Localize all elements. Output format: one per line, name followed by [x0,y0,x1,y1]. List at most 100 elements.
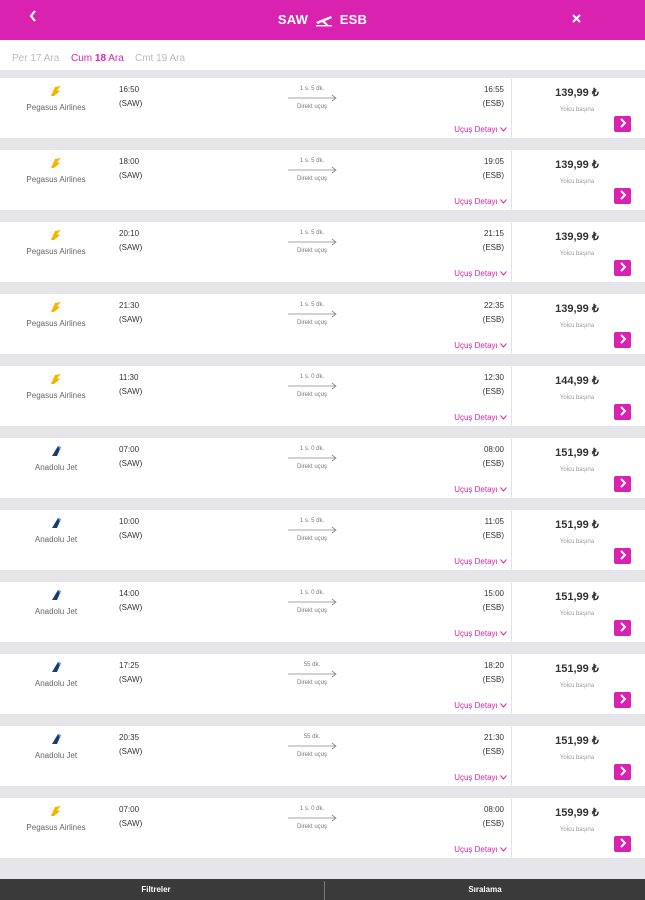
departure-airport: (SAW) [119,387,143,396]
details-label: Uçuş Detayı [454,557,498,566]
flight-card[interactable]: Pegasus Airlines 16:50 (SAW) 1 s. 5 dk. Dire… [0,78,645,138]
chevron-down-icon [500,631,507,636]
arrival-time: 15:00 [483,589,504,598]
flight-card[interactable]: Anadolu Jet 07:00 (SAW) 1 s. 0 dk. Direkt uç… [0,438,645,498]
departure-airport: (SAW) [119,819,143,828]
departure-time: 18:00 [119,157,140,166]
flight-duration: 1 s. 0 dk. [299,590,325,596]
flight-details-link[interactable]: Uçuş Detayı [454,413,507,422]
flight-details-link[interactable]: Uçuş Detayı [454,341,507,350]
flight-details-link[interactable]: Uçuş Detayı [454,773,507,782]
arrow-right-icon [288,814,337,822]
per-person-label: Yolcu başına [559,107,595,113]
per-person-label: Yolcu başına [559,539,595,545]
arrival-airport: (ESB) [482,243,504,252]
details-label: Uçuş Detayı [454,629,498,638]
select-flight-button[interactable] [614,332,631,348]
stops-label: Direkt uçuş [296,464,327,470]
departure-airport: (SAW) [119,747,143,756]
pegasus-logo-icon [51,374,61,384]
details-label: Uçuş Detayı [454,197,498,206]
chevron-right-icon [619,262,626,272]
chevron-down-icon [500,199,507,204]
select-flight-button[interactable] [614,548,631,564]
flight-card[interactable]: Pegasus Airlines 21:30 (SAW) 1 s. 5 dk. Dire… [0,294,645,354]
flight-card[interactable]: Pegasus Airlines 07:00 (SAW) 1 s. 0 dk. Dire… [0,798,645,858]
flight-details-link[interactable]: Uçuş Detayı [454,845,507,854]
details-label: Uçuş Detayı [454,341,498,350]
select-flight-button[interactable] [614,620,631,636]
flight-card[interactable]: Anadolu Jet 14:00 (SAW) 1 s. 0 dk. Direkt uç… [0,582,645,642]
plane-icon [315,16,332,27]
arrival-airport: (ESB) [482,531,504,540]
prev-date-tab[interactable]: Per 17 Ara [12,53,59,64]
departure-airport: (SAW) [119,243,143,252]
select-flight-button[interactable] [614,188,631,204]
details-label: Uçuş Detayı [454,485,498,494]
sort-button[interactable]: Sıralama [325,879,645,900]
arrow-right-icon [288,454,337,462]
stops-label: Direkt uçuş [296,248,327,254]
close-button[interactable] [572,11,581,26]
price: 159,99 ₺ [555,807,599,819]
flight-duration: 1 s. 5 dk. [299,158,325,164]
next-date-tab[interactable]: Cmt 19 Ara [135,53,185,64]
arrival-airport: (ESB) [482,171,504,180]
select-flight-button[interactable] [614,836,631,852]
flight-details-link[interactable]: Uçuş Detayı [454,629,507,638]
chevron-down-icon [500,487,507,492]
airline-name: Pegasus Airlines [26,175,86,184]
flight-duration: 55 dk. [303,734,321,740]
price: 139,99 ₺ [555,303,599,315]
arrival-time: 21:15 [483,229,504,238]
flight-details-link[interactable]: Uçuş Detayı [454,557,507,566]
select-flight-button[interactable] [614,476,631,492]
per-person-label: Yolcu başına [559,827,595,833]
departure-time: 11:30 [119,373,139,382]
departure-airport: (SAW) [119,603,143,612]
flight-card[interactable]: Anadolu Jet 10:00 (SAW) 1 s. 5 dk. Direkt uç… [0,510,645,570]
filters-button[interactable]: Filtreler [0,879,312,900]
arrival-time: 22:35 [483,301,504,310]
chevron-down-icon [500,127,507,132]
stops-label: Direkt uçuş [296,536,327,542]
select-flight-button[interactable] [614,764,631,780]
flight-details-link[interactable]: Uçuş Detayı [454,701,507,710]
flight-card[interactable]: Pegasus Airlines 20:10 (SAW) 1 s. 5 dk. Dire… [0,222,645,282]
anadolujet-logo-icon [52,518,61,528]
select-flight-button[interactable] [614,260,631,276]
select-flight-button[interactable] [614,116,631,132]
airline-name: Pegasus Airlines [26,319,86,328]
chevron-right-icon [619,622,626,632]
flight-card[interactable]: Anadolu Jet 17:25 (SAW) 55 dk. Direkt uçuş 18… [0,654,645,714]
price: 144,99 ₺ [555,375,599,387]
date-selector: Per 17 Ara Cum 18 Ara Cmt 19 Ara [0,40,645,70]
stops-label: Direkt uçuş [296,608,327,614]
flight-card[interactable]: Pegasus Airlines 18:00 (SAW) 1 s. 5 dk. Dire… [0,150,645,210]
current-date-tab[interactable]: Cum 18 Ara [71,53,124,64]
flight-card[interactable]: Anadolu Jet 20:35 (SAW) 55 dk. Direkt uçuş 21… [0,726,645,786]
select-flight-button[interactable] [614,404,631,420]
arrival-time: 08:00 [483,805,504,814]
chevron-right-icon [619,550,626,560]
chevron-down-icon [500,343,507,348]
price: 151,99 ₺ [555,519,599,531]
flight-details-link[interactable]: Uçuş Detayı [454,269,507,278]
details-label: Uçuş Detayı [454,413,498,422]
departure-time: 16:50 [119,85,140,94]
flight-card[interactable]: Pegasus Airlines 11:30 (SAW) 1 s. 0 dk. Dire… [0,366,645,426]
flight-details-link[interactable]: Uçuş Detayı [454,197,507,206]
stops-label: Direkt uçuş [296,320,327,326]
airline-name: Pegasus Airlines [26,823,86,832]
details-label: Uçuş Detayı [454,269,498,278]
departure-airport: (SAW) [119,171,143,180]
details-label: Uçuş Detayı [454,773,498,782]
arrival-airport: (ESB) [482,459,504,468]
departure-time: 20:10 [119,229,140,238]
chevron-right-icon [619,766,626,776]
flight-details-link[interactable]: Uçuş Detayı [454,125,507,134]
arrival-airport: (ESB) [482,315,504,324]
flight-details-link[interactable]: Uçuş Detayı [454,485,507,494]
select-flight-button[interactable] [614,692,631,708]
close-icon [572,14,581,23]
